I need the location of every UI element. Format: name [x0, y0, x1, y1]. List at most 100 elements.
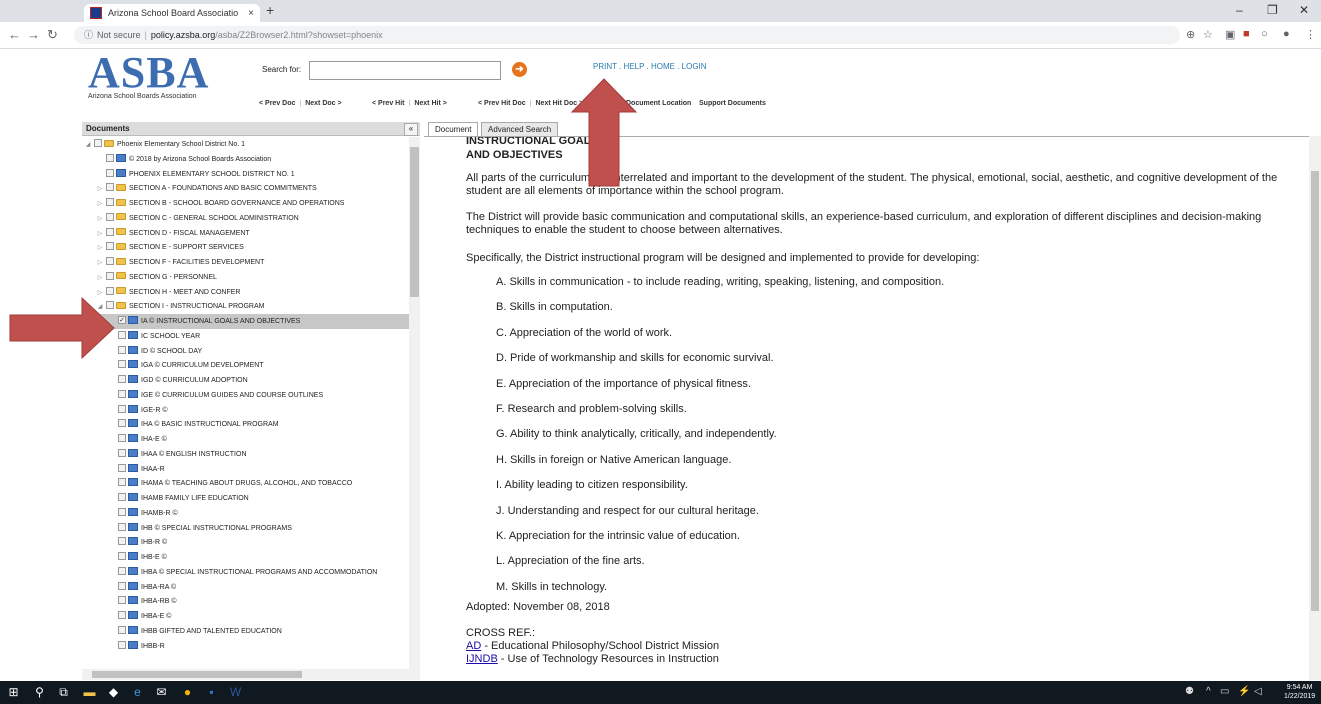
tree-checkbox[interactable] [118, 522, 126, 531]
collapse-panel-button[interactable]: « [404, 123, 418, 136]
start-icon[interactable]: ⊞ [6, 685, 21, 700]
back-icon[interactable]: ← [8, 27, 21, 42]
tree-checkbox[interactable] [118, 478, 126, 487]
tree-item[interactable]: IHBA-RA © [82, 580, 409, 595]
new-tab-button[interactable]: + [266, 2, 274, 18]
tab-document[interactable]: Document [428, 122, 479, 136]
forward-icon[interactable]: → [27, 27, 40, 42]
outlook-icon[interactable]: ▪ [204, 685, 219, 700]
extension-circle-icon[interactable]: ○ [1261, 28, 1268, 40]
tree-item[interactable]: ▷ SECTION E - SUPPORT SERVICES [82, 240, 409, 255]
tree-item[interactable]: ◢ SECTION I - INSTRUCTIONAL PROGRAM [82, 299, 409, 314]
search-input[interactable] [309, 61, 501, 80]
tree-checkbox[interactable] [118, 404, 126, 413]
tree-item[interactable]: ▷ SECTION A - FOUNDATIONS AND BASIC COMMI… [82, 181, 409, 196]
close-window-button[interactable]: ✕ [1299, 3, 1309, 17]
people-icon[interactable]: ⚉ [1185, 686, 1194, 697]
tree-item[interactable]: © 2018 by Arizona School Boards Associat… [82, 152, 409, 167]
zoom-icon[interactable]: ⊕ [1186, 28, 1195, 41]
expand-triangle-icon[interactable]: ▷ [96, 212, 104, 227]
tree-checkbox[interactable] [118, 507, 126, 516]
profile-icon[interactable]: ● [1283, 28, 1290, 40]
store-icon[interactable]: ◆ [106, 685, 121, 700]
next-hit-doc-link[interactable]: Next Hit Doc > [536, 100, 584, 107]
tree-item[interactable]: PHOENIX ELEMENTARY SCHOOL DISTRICT NO. 1 [82, 167, 409, 182]
tree-item[interactable]: IGE-R © [82, 403, 409, 418]
tree-checkbox[interactable] [118, 537, 126, 546]
tree-item[interactable]: IHAMB FAMILY LIFE EDUCATION [82, 491, 409, 506]
tree-item[interactable]: IHAMB-R © [82, 506, 409, 521]
tree-item[interactable]: ▷ SECTION C - GENERAL SCHOOL ADMINISTRATI… [82, 211, 409, 226]
network-icon[interactable]: ▭ [1220, 686, 1229, 697]
tree-checkbox[interactable] [118, 434, 126, 443]
tree-checkbox[interactable] [118, 581, 126, 590]
tree-checkbox[interactable] [106, 183, 114, 192]
tree-checkbox[interactable] [118, 611, 126, 620]
tree-item[interactable]: IHBA-RB © [82, 594, 409, 609]
tree-item[interactable]: IC SCHOOL YEAR [82, 329, 409, 344]
usb-icon[interactable]: ⚡ [1238, 686, 1250, 697]
tree-item[interactable]: IGE © CURRICULUM GUIDES AND COURSE OUTLI… [82, 388, 409, 403]
tree-item[interactable]: IHBA © SPECIAL INSTRUCTIONAL PROGRAMS AN… [82, 565, 409, 580]
tree-checkbox[interactable] [118, 375, 126, 384]
tree-checkbox[interactable] [118, 463, 126, 472]
tree-hscroll-thumb[interactable] [92, 671, 302, 678]
tree-checkbox[interactable] [118, 419, 126, 428]
tree-checkbox[interactable] [118, 345, 126, 354]
address-bar[interactable]: ⓘ Not secure | policy.azsba.org/asba/Z2Brow… [74, 26, 1180, 44]
word-icon[interactable]: W [228, 685, 243, 700]
login-link[interactable]: LOGIN [682, 62, 707, 71]
collapse-triangle-icon[interactable]: ◢ [96, 300, 104, 315]
search-icon[interactable]: ⚲ [32, 685, 47, 700]
tree-item[interactable]: ✓ IA © INSTRUCTIONAL GOALS AND OBJECTIVES [82, 314, 409, 329]
tree-checkbox[interactable] [118, 360, 126, 369]
tree-item[interactable]: ◢ Phoenix Elementary School District No. … [82, 137, 409, 152]
extension-red-icon[interactable]: ■ [1243, 28, 1250, 40]
tree-item[interactable]: IHA © BASIC INSTRUCTIONAL PROGRAM [82, 417, 409, 432]
expand-triangle-icon[interactable]: ▷ [96, 197, 104, 212]
tree-item[interactable]: IHB-E © [82, 550, 409, 565]
tree-checkbox[interactable] [118, 640, 126, 649]
tree-checkbox[interactable] [106, 257, 114, 266]
document-location-link[interactable]: Document Location [626, 100, 691, 107]
tree-item[interactable]: IHBA-E © [82, 609, 409, 624]
tree-vertical-scrollbar[interactable] [409, 137, 420, 669]
tree-item[interactable]: IHB © SPECIAL INSTRUCTIONAL PROGRAMS [82, 521, 409, 536]
next-hit-link[interactable]: Next Hit > [414, 100, 446, 107]
expand-triangle-icon[interactable]: ▷ [96, 182, 104, 197]
tree-item[interactable]: IHAA © ENGLISH INSTRUCTION [82, 447, 409, 462]
tree-checkbox[interactable] [106, 198, 114, 207]
tree-checkbox[interactable] [118, 448, 126, 457]
document-vertical-scrollbar[interactable] [1309, 136, 1321, 680]
expand-triangle-icon[interactable]: ▷ [96, 241, 104, 256]
tree-checkbox[interactable] [106, 212, 114, 221]
menu-kebab-icon[interactable]: ⋮ [1305, 28, 1316, 41]
next-doc-link[interactable]: Next Doc > [305, 100, 341, 107]
tree-checkbox[interactable] [106, 153, 114, 162]
edge-icon[interactable]: e [130, 685, 145, 700]
tree-checkbox[interactable] [118, 552, 126, 561]
support-documents-link[interactable]: Support Documents [699, 100, 766, 107]
tree-checkbox[interactable] [94, 139, 102, 148]
info-icon[interactable]: ⓘ [84, 30, 93, 40]
expand-triangle-icon[interactable]: ▷ [96, 227, 104, 242]
tab-close-icon[interactable]: × [248, 8, 254, 19]
task-view-icon[interactable]: ⧉ [56, 685, 71, 700]
maximize-button[interactable]: ❐ [1267, 3, 1278, 17]
tree-item[interactable]: ▷ SECTION B - SCHOOL BOARD GOVERNANCE AND… [82, 196, 409, 211]
browser-tab[interactable]: Arizona School Board Associatio × [84, 4, 260, 22]
tree-scroll-thumb[interactable] [410, 147, 419, 297]
system-clock[interactable]: 9:54 AM 1/22/2019 [1284, 683, 1315, 701]
expand-triangle-icon[interactable]: ▷ [96, 286, 104, 301]
tree-checkbox[interactable] [118, 493, 126, 502]
expand-triangle-icon[interactable]: ▷ [96, 256, 104, 271]
tree-item[interactable]: IHBB GIFTED AND TALENTED EDUCATION [82, 624, 409, 639]
cross-ref-ad-link[interactable]: AD [466, 640, 481, 652]
tree-checkbox[interactable]: ✓ [118, 316, 126, 325]
tree-item[interactable]: ▷ SECTION G - PERSONNEL [82, 270, 409, 285]
asba-logo[interactable]: ASBA Arizona School Boards Association [88, 51, 209, 101]
bookmark-star-icon[interactable]: ☆ [1203, 28, 1213, 41]
tab-advanced-search[interactable]: Advanced Search [481, 122, 559, 136]
expand-triangle-icon[interactable]: ▷ [96, 271, 104, 286]
tree-checkbox[interactable] [118, 330, 126, 339]
